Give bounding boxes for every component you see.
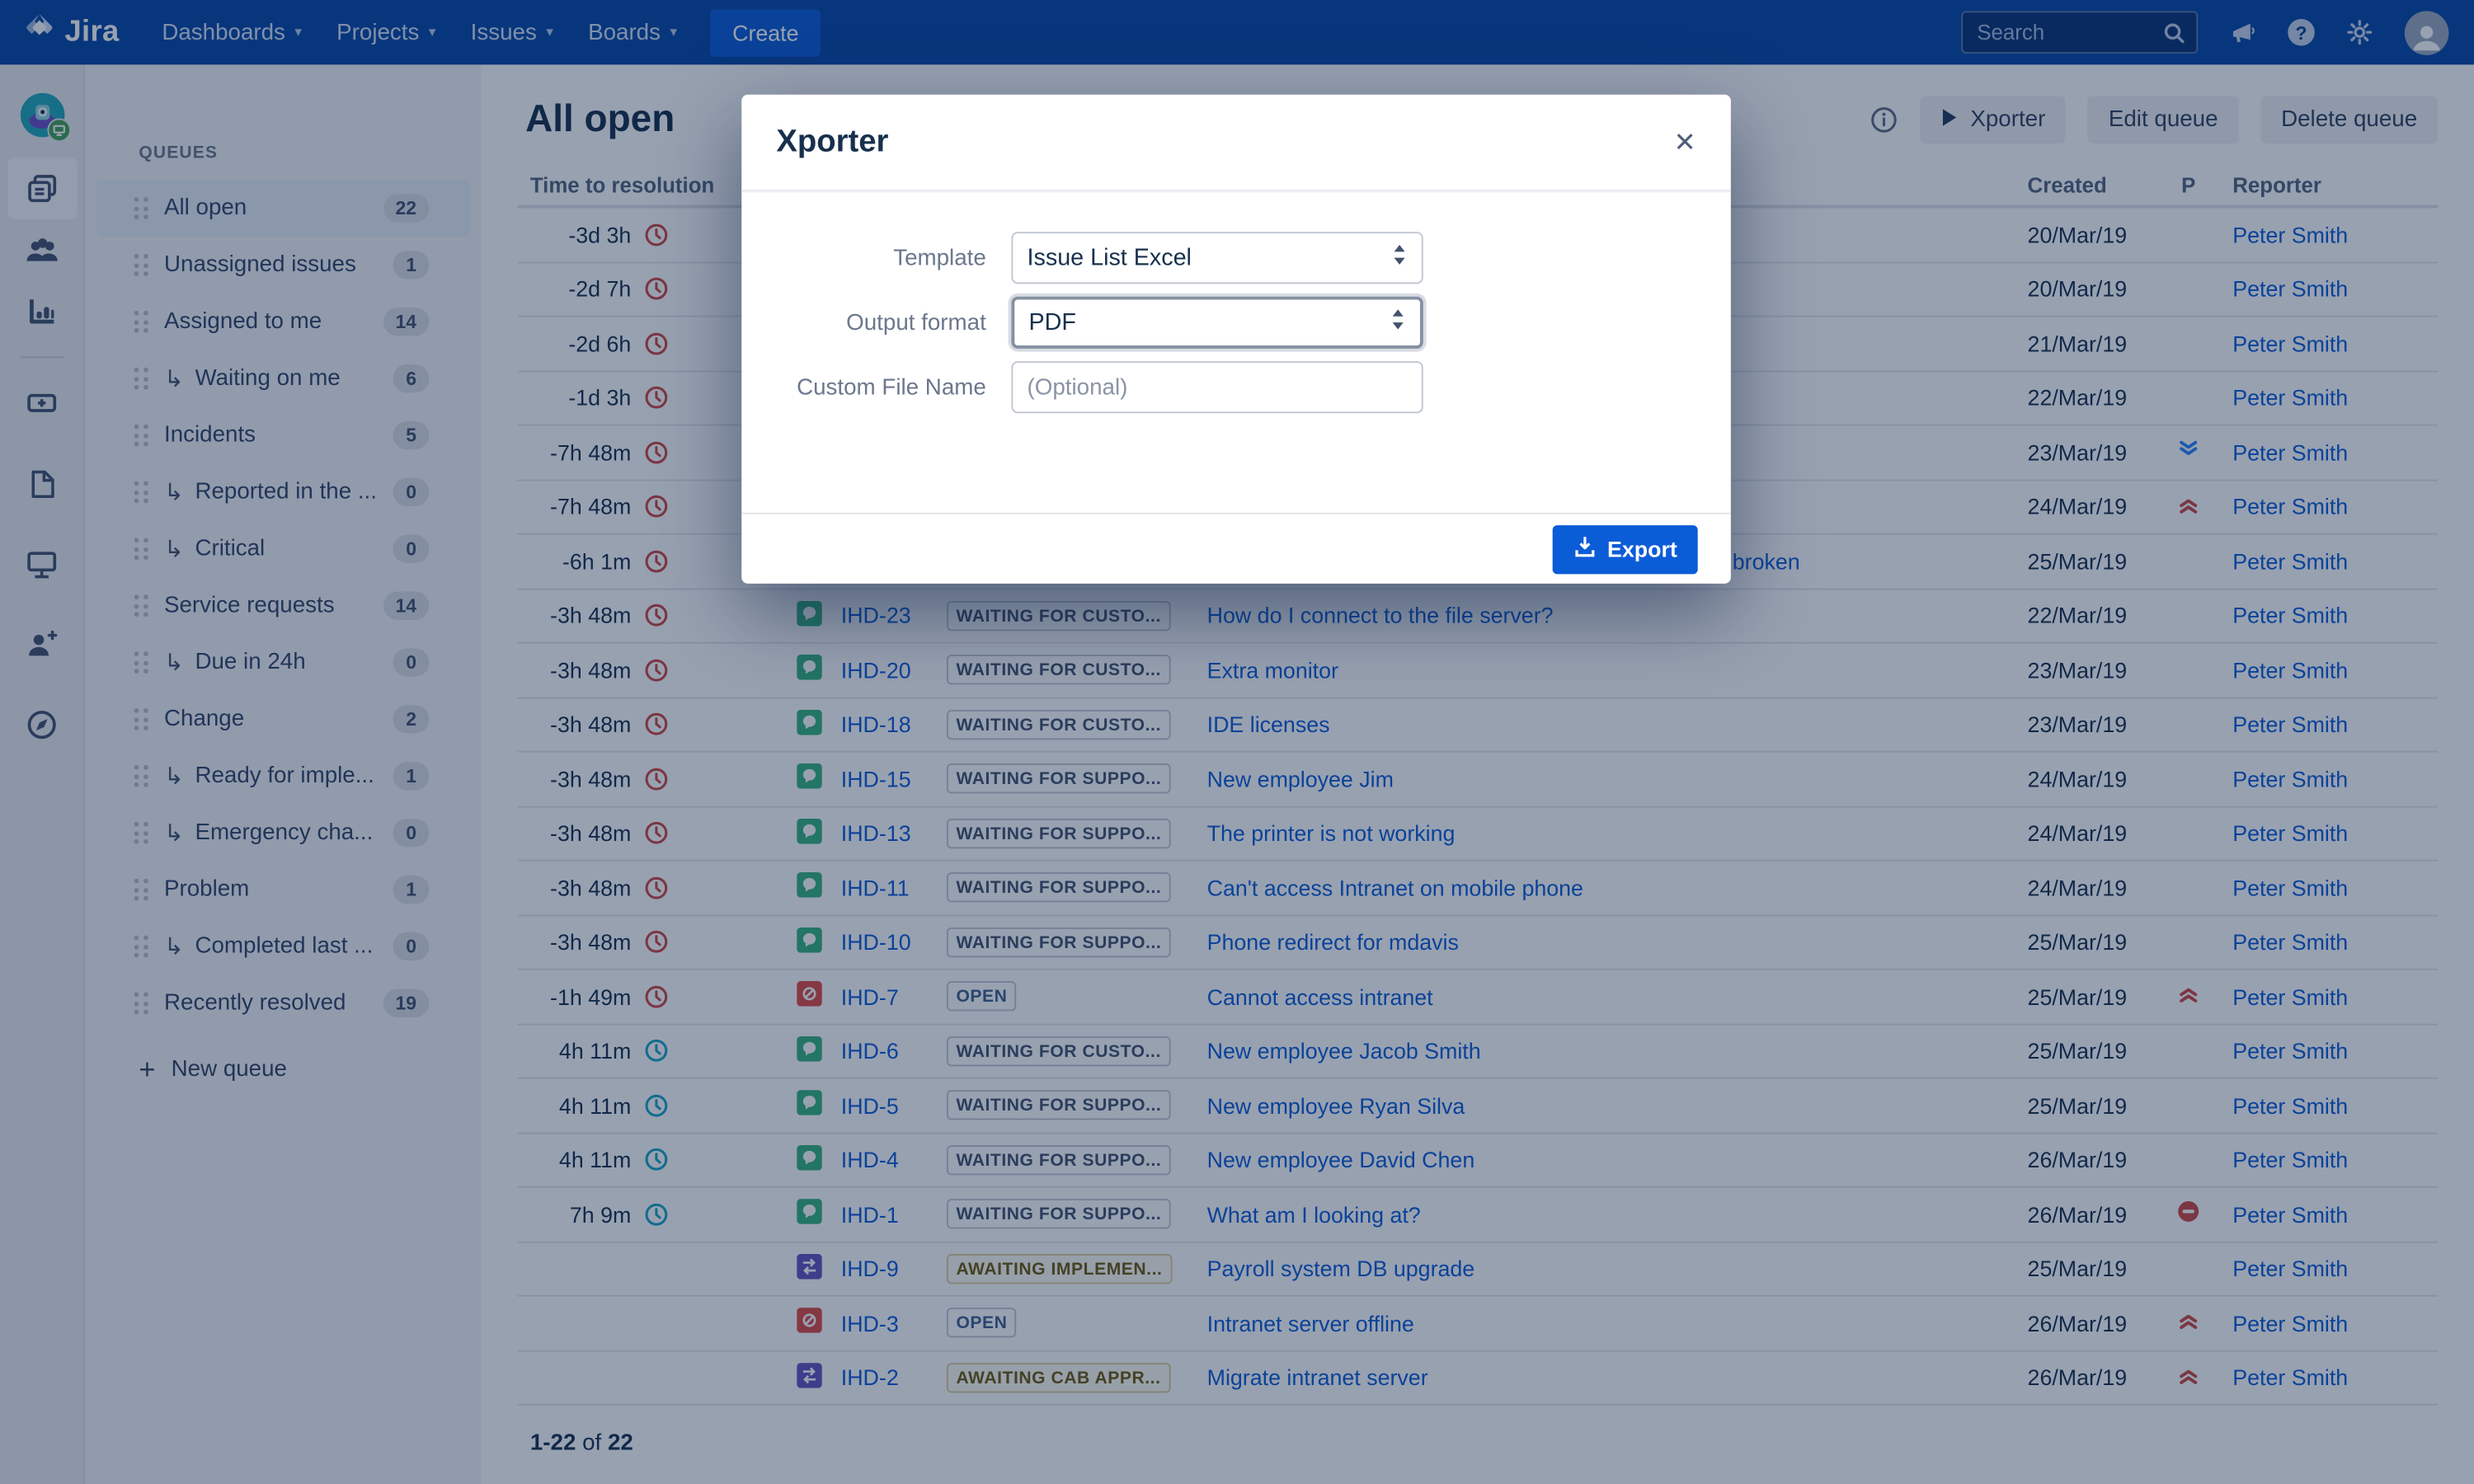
download-icon [1573, 535, 1597, 563]
select-stepper-icon [1390, 308, 1406, 337]
close-icon[interactable]: ✕ [1674, 129, 1696, 156]
modal-body: Template Issue List Excel Output format … [741, 192, 1731, 512]
modal-title: Xporter [776, 124, 888, 160]
template-label: Template [741, 246, 986, 271]
modal-footer: Export [741, 513, 1731, 584]
custom-file-name-input[interactable] [1011, 361, 1423, 413]
template-select[interactable]: Issue List Excel [1011, 232, 1423, 284]
custom-file-name-label: Custom File Name [741, 374, 986, 400]
select-stepper-icon [1392, 243, 1408, 273]
xporter-modal: Xporter ✕ Template Issue List Excel Outp… [741, 95, 1731, 584]
output-format-label: Output format [741, 310, 986, 336]
jira-service-desk-screen: Jira Dashboards▾ Projects▾ Issues▾ Board… [0, 0, 2474, 1484]
modal-header: Xporter ✕ [741, 95, 1731, 193]
output-format-select[interactable]: PDF [1011, 297, 1423, 349]
export-button[interactable]: Export [1552, 524, 1698, 573]
